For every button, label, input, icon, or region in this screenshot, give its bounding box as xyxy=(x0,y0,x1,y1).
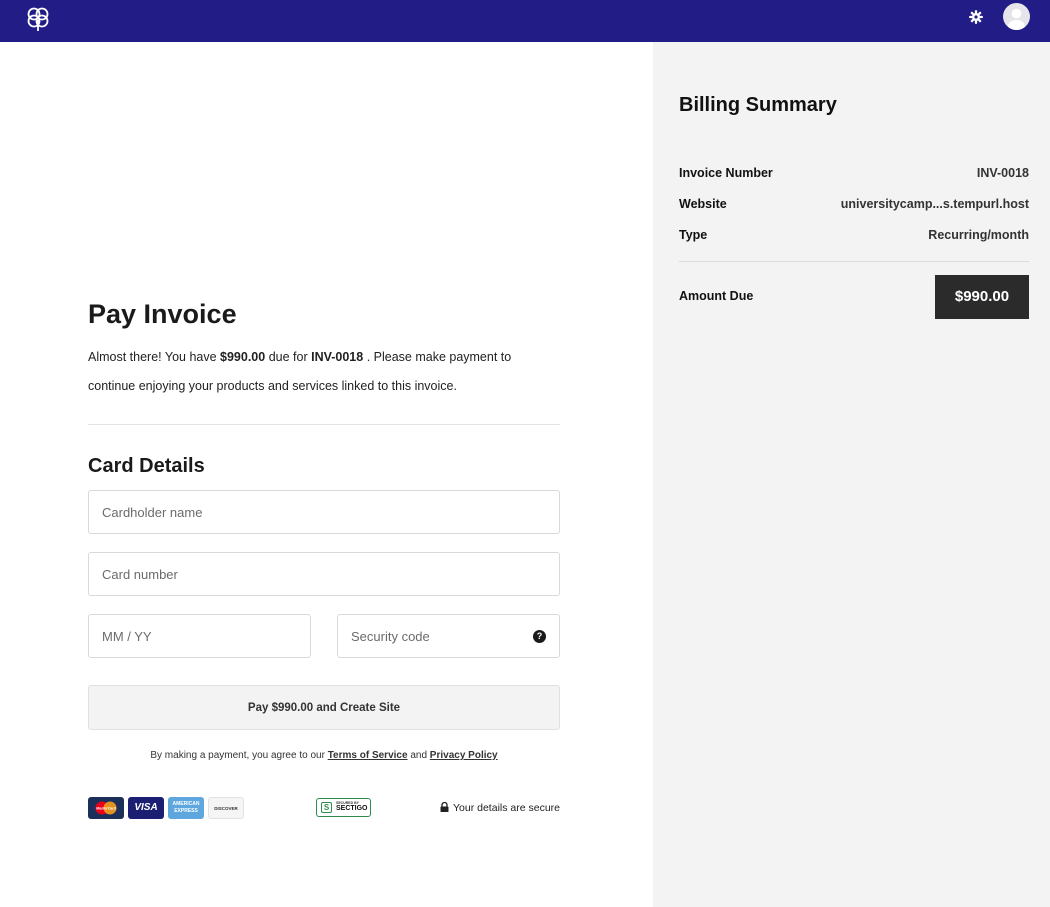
visa-logo-icon: VISA xyxy=(128,797,164,819)
card-details-title: Card Details xyxy=(88,455,205,478)
cardholder-name-input[interactable] xyxy=(89,491,559,533)
intro-prefix: Almost there! You have xyxy=(88,350,220,364)
intro-middle: due for xyxy=(265,350,311,364)
terms-of-service-link[interactable]: Terms of Service xyxy=(328,750,408,761)
intro-amount: $990.00 xyxy=(220,350,265,364)
summary-row-website: Website universitycamp...s.tempurl.host xyxy=(679,197,1029,215)
amount-due-value: $990.00 xyxy=(935,275,1029,319)
privacy-policy-link[interactable]: Privacy Policy xyxy=(430,750,498,761)
terms-notice: By making a payment, you agree to our Te… xyxy=(88,750,560,761)
intro-text: Almost there! You have $990.00 due for I… xyxy=(88,343,560,401)
sectigo-seal-icon: S SECURED BY SECTIGO xyxy=(316,798,371,817)
amount-due-label: Amount Due xyxy=(679,289,753,303)
pay-and-create-site-button[interactable]: Pay $990.00 and Create Site xyxy=(88,685,560,730)
expiry-input[interactable] xyxy=(89,615,310,657)
cardholder-name-field xyxy=(88,490,560,534)
summary-label: Website xyxy=(679,197,727,211)
expiry-field xyxy=(88,614,311,658)
gear-icon[interactable] xyxy=(966,7,986,27)
secure-notice: Your details are secure xyxy=(440,802,560,814)
lock-icon xyxy=(440,802,449,812)
card-number-input[interactable] xyxy=(89,553,559,595)
security-code-input[interactable] xyxy=(338,615,559,657)
terms-prefix: By making a payment, you agree to our xyxy=(150,750,327,761)
intro-invoice-number: INV-0018 xyxy=(311,350,363,364)
summary-value: INV-0018 xyxy=(977,166,1029,180)
summary-label: Invoice Number xyxy=(679,166,773,180)
page-title: Pay Invoice xyxy=(88,299,237,330)
top-navigation-bar xyxy=(0,0,1050,42)
security-code-field: ? xyxy=(337,614,560,658)
section-divider xyxy=(88,424,560,425)
billing-summary-panel: Billing Summary Invoice Number INV-0018 … xyxy=(653,42,1050,907)
secure-text: Your details are secure xyxy=(453,802,560,814)
summary-label: Type xyxy=(679,228,707,242)
summary-divider xyxy=(679,261,1029,262)
sectigo-name: SECTIGO xyxy=(336,805,368,812)
summary-value: Recurring/month xyxy=(928,228,1029,242)
billing-summary-title: Billing Summary xyxy=(679,94,837,117)
summary-row-type: Type Recurring/month xyxy=(679,228,1029,246)
mastercard-logo-text: MasterCard xyxy=(96,807,117,811)
mastercard-logo-icon: MasterCard xyxy=(88,797,124,819)
card-number-field xyxy=(88,552,560,596)
terms-and: and xyxy=(408,750,430,761)
summary-value: universitycamp...s.tempurl.host xyxy=(841,197,1029,211)
sectigo-s-mark: S xyxy=(321,802,332,813)
leaf-cluster-logo-icon[interactable] xyxy=(26,6,50,32)
summary-row-invoice-number: Invoice Number INV-0018 xyxy=(679,166,1029,184)
user-avatar-icon[interactable] xyxy=(1003,3,1030,30)
amex-logo-icon: AMERICAN EXPRESS xyxy=(168,797,204,819)
discover-logo-icon: DISCOVER xyxy=(208,797,244,819)
help-icon[interactable]: ? xyxy=(533,630,546,643)
